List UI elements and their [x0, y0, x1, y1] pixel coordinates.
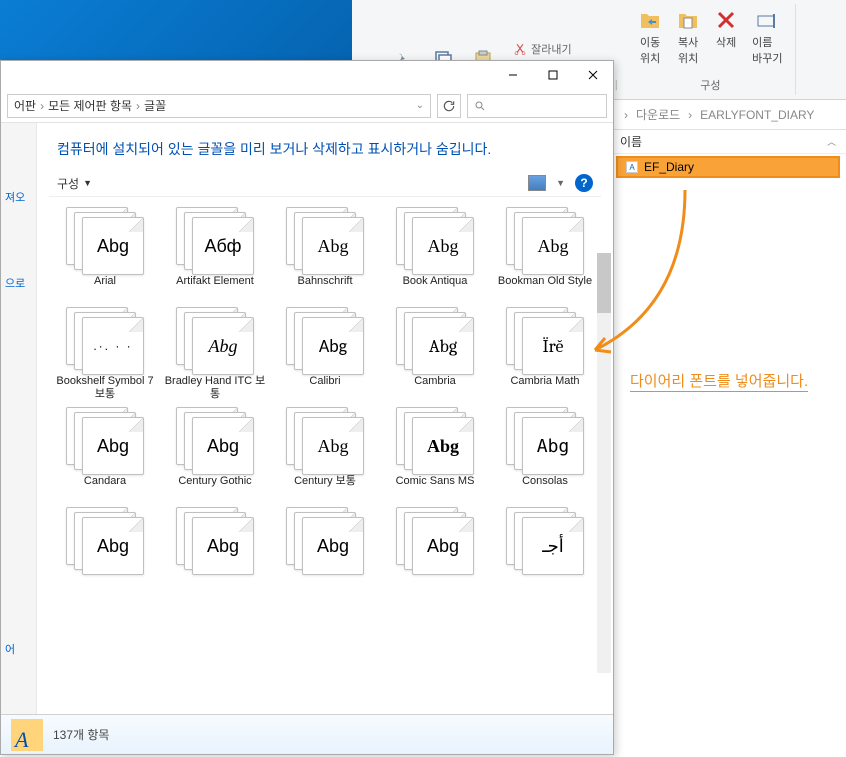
- organize-button[interactable]: 구성 ▼: [57, 175, 92, 192]
- close-button[interactable]: [573, 61, 613, 89]
- font-item[interactable]: ÏrĕCambria Math: [493, 307, 597, 401]
- delete-button[interactable]: 삭제: [710, 6, 742, 52]
- sidebar-item[interactable]: 져오: [3, 129, 34, 215]
- titlebar: [1, 61, 613, 89]
- font-label: Book Antiqua: [403, 275, 468, 301]
- font-item[interactable]: AbgCandara: [53, 407, 157, 501]
- maximize-button[interactable]: [533, 61, 573, 89]
- font-label: Consolas: [522, 475, 568, 501]
- breadcrumb-item[interactable]: EARLYFONT_DIARY: [700, 108, 814, 122]
- font-item[interactable]: AbgArial: [53, 207, 157, 301]
- font-item[interactable]: Abg: [383, 507, 487, 601]
- sidebar-item[interactable]: 으로: [3, 215, 34, 301]
- font-item[interactable]: Abg: [163, 507, 267, 601]
- font-label: Bookman Old Style: [498, 275, 592, 301]
- font-item[interactable]: AbgBahnschrift: [273, 207, 377, 301]
- font-item[interactable]: AbgCentury Gothic: [163, 407, 267, 501]
- font-label: Candara: [84, 475, 126, 501]
- font-item[interactable]: أجـ: [493, 507, 597, 601]
- search-input[interactable]: [467, 94, 607, 118]
- sidebar: 져오 으로 어: [1, 123, 37, 714]
- address-bar[interactable]: 어판 › 모든 제어판 항목 › 글꼴 ⌄: [7, 94, 431, 118]
- font-item[interactable]: AbgBradley Hand ITC 보통: [163, 307, 267, 401]
- font-item[interactable]: .·. · ·Bookshelf Symbol 7 보통: [53, 307, 157, 401]
- font-label: Calibri: [309, 375, 340, 401]
- ribbon-group-label: 구성: [700, 77, 720, 93]
- font-item[interactable]: AbgBook Antiqua: [383, 207, 487, 301]
- breadcrumb-item[interactable]: 어판: [14, 97, 36, 114]
- status-bar: 137개 항목: [1, 714, 613, 754]
- move-to-button[interactable]: 이동 위치: [634, 6, 666, 68]
- font-item[interactable]: АбфArtifakt Element: [163, 207, 267, 301]
- font-item[interactable]: AbgComic Sans MS: [383, 407, 487, 501]
- explorer-downloads: › 다운로드 › EARLYFONT_DIARY 이름 ︿ A EF_Diary: [610, 100, 846, 180]
- column-header-name[interactable]: 이름 ︿: [610, 130, 846, 154]
- cut-button[interactable]: 잘라내기: [513, 41, 618, 57]
- sidebar-item[interactable]: 어: [3, 301, 34, 667]
- file-name-label: EF_Diary: [644, 160, 694, 174]
- page-heading: 컴퓨터에 설치되어 있는 글꼴을 미리 보거나 삭제하고 표시하거나 숨깁니다.: [49, 135, 601, 170]
- font-item[interactable]: AbgCalibri: [273, 307, 377, 401]
- refresh-button[interactable]: [437, 94, 461, 118]
- font-file-icon: A: [626, 161, 638, 173]
- font-label: Bahnschrift: [297, 275, 352, 301]
- fonts-control-panel-window: 어판 › 모든 제어판 항목 › 글꼴 ⌄ 져오 으로 어 컴퓨터에 설치되어 …: [0, 60, 614, 755]
- font-item[interactable]: Abg: [273, 507, 377, 601]
- breadcrumb-item[interactable]: 모든 제어판 항목: [48, 97, 132, 114]
- font-label: Comic Sans MS: [396, 475, 475, 501]
- font-item[interactable]: AbgCambria: [383, 307, 487, 401]
- font-item[interactable]: Abg: [53, 507, 157, 601]
- annotation-text: 다이어리 폰트를 넣어줍니다.: [630, 370, 808, 392]
- font-label: Artifakt Element: [176, 275, 254, 301]
- font-label: Bookshelf Symbol 7 보통: [53, 375, 157, 401]
- breadcrumb[interactable]: › 다운로드 › EARLYFONT_DIARY: [610, 100, 846, 130]
- status-text: 137개 항목: [53, 726, 109, 743]
- font-label: Arial: [94, 275, 116, 301]
- scrollbar[interactable]: [597, 253, 611, 673]
- font-label: Century Gothic: [178, 475, 251, 501]
- minimize-button[interactable]: [493, 61, 533, 89]
- font-label: Bradley Hand ITC 보통: [163, 375, 267, 401]
- rename-button[interactable]: 이름 바꾸기: [748, 6, 786, 68]
- font-item[interactable]: AbgCentury 보통: [273, 407, 377, 501]
- font-label: Century 보통: [294, 475, 356, 501]
- font-label: Cambria Math: [510, 375, 579, 401]
- help-icon[interactable]: ?: [575, 174, 593, 192]
- font-item[interactable]: AbgConsolas: [493, 407, 597, 501]
- folder-icon: [11, 719, 43, 751]
- search-icon: [474, 100, 486, 112]
- view-options-button[interactable]: [528, 175, 546, 191]
- breadcrumb-item[interactable]: 글꼴: [144, 97, 166, 114]
- copy-to-button[interactable]: 복사 위치: [672, 6, 704, 68]
- breadcrumb-item[interactable]: 다운로드: [636, 106, 680, 123]
- font-item[interactable]: AbgBookman Old Style: [493, 207, 597, 301]
- file-row-ef-diary[interactable]: A EF_Diary: [616, 156, 840, 178]
- font-label: Cambria: [414, 375, 456, 401]
